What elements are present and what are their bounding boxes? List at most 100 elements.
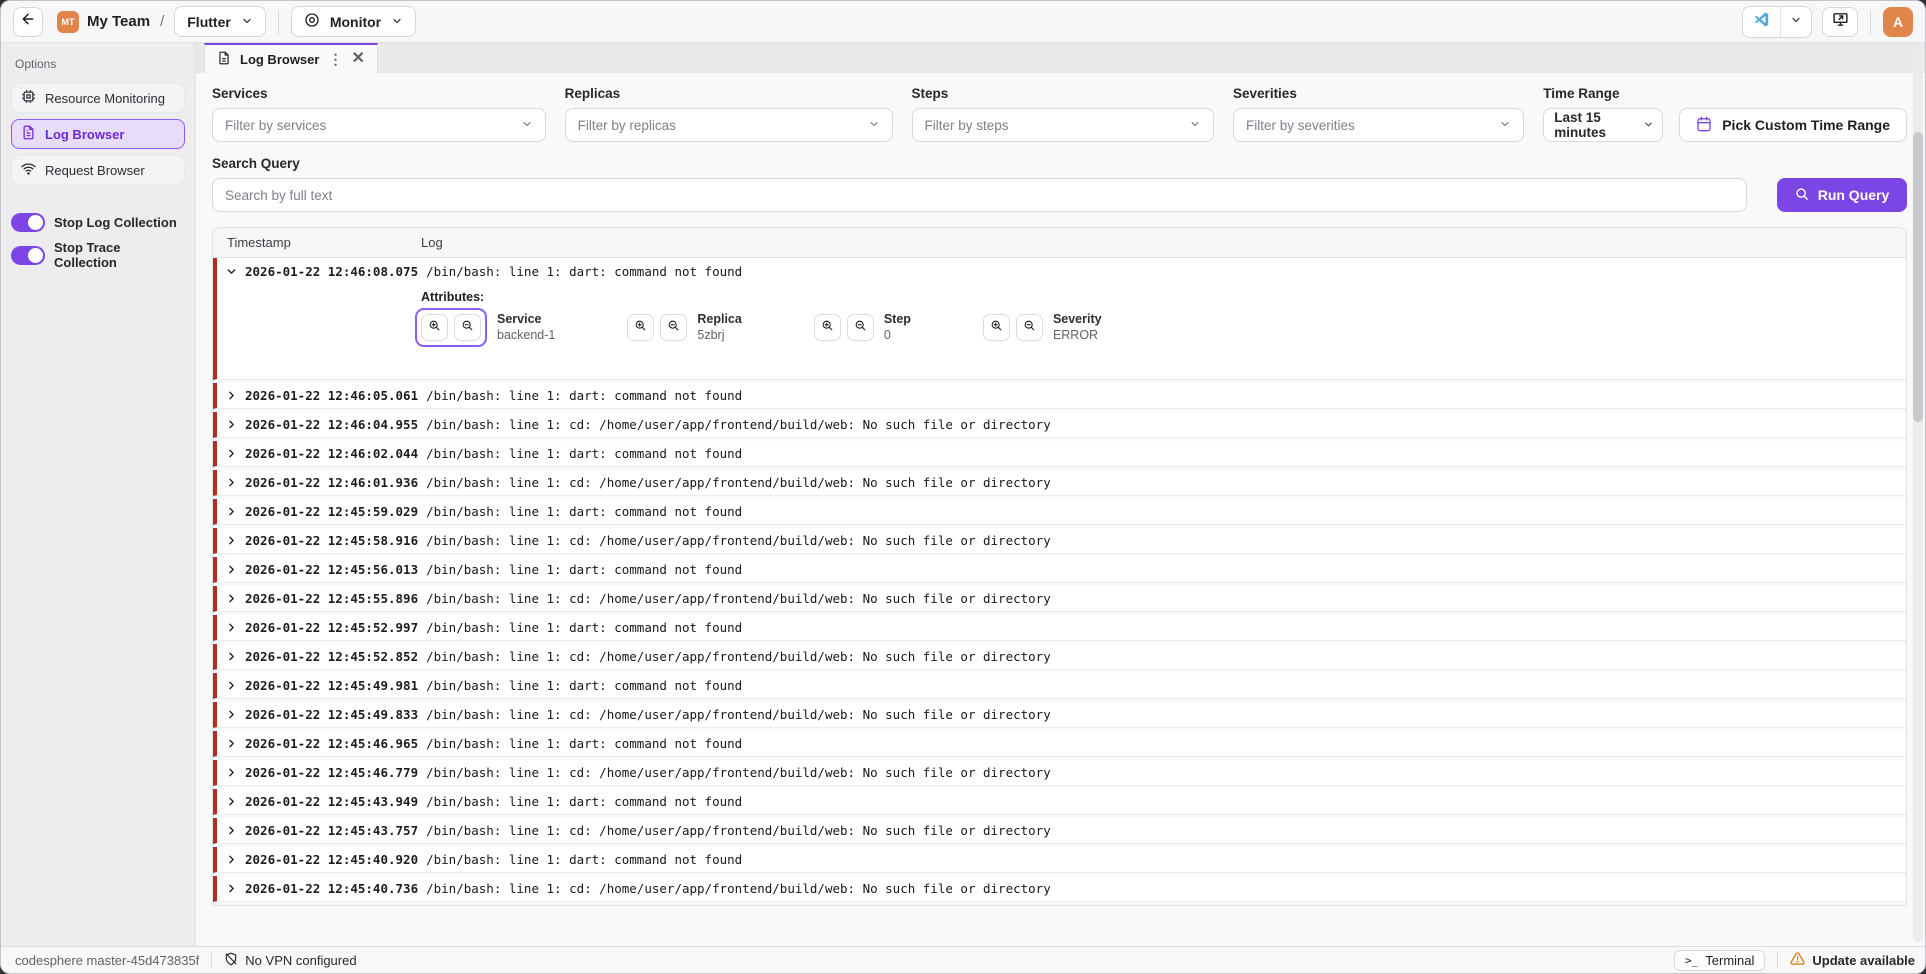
chevron-right-icon[interactable]	[225, 679, 238, 692]
log-timestamp: 2026-01-22 12:45:55.896	[245, 591, 418, 606]
log-row[interactable]: 2026-01-22 12:45:52.997 /bin/bash: line …	[213, 615, 1906, 641]
vscode-button[interactable]	[1743, 7, 1781, 37]
time-range-value: Last 15 minutes	[1554, 110, 1643, 140]
log-row[interactable]: 2026-01-22 12:45:59.029 /bin/bash: line …	[213, 499, 1906, 525]
replicas-filter-select[interactable]: Filter by replicas	[565, 108, 893, 142]
chevron-right-icon[interactable]	[225, 592, 238, 605]
chevron-right-icon[interactable]	[225, 737, 238, 750]
chevron-right-icon[interactable]	[225, 795, 238, 808]
terminal-button[interactable]: >_ Terminal	[1674, 950, 1765, 971]
vertical-scrollbar-track[interactable]	[1913, 47, 1923, 942]
mode-dropdown[interactable]: Monitor	[291, 6, 416, 37]
services-filter-select[interactable]: Filter by services	[212, 108, 546, 142]
zoom-out-icon	[461, 319, 474, 337]
log-row[interactable]: 2026-01-22 12:45:58.916 /bin/bash: line …	[213, 528, 1906, 554]
steps-filter-label: Steps	[912, 86, 1215, 101]
tab-menu-icon[interactable]: ⋮	[328, 51, 342, 68]
time-range-select[interactable]: Last 15 minutes	[1543, 108, 1663, 142]
log-row[interactable]: 2026-01-22 12:45:55.896 /bin/bash: line …	[213, 586, 1906, 612]
chevron-right-icon[interactable]	[225, 853, 238, 866]
log-timestamp: 2026-01-22 12:46:04.955	[245, 417, 418, 432]
tab-close-icon[interactable]: ✕	[351, 51, 364, 67]
log-table-header: Timestamp Log	[213, 228, 1906, 258]
sidebar-item-resource-monitoring[interactable]: Resource Monitoring	[11, 83, 185, 113]
chevron-right-icon[interactable]	[225, 476, 238, 489]
log-row[interactable]: 2026-01-22 12:45:40.920 /bin/bash: line …	[213, 847, 1906, 873]
chevron-right-icon[interactable]	[225, 621, 238, 634]
log-message: /bin/bash: line 1: dart: command not fou…	[418, 504, 1906, 519]
chevron-right-icon[interactable]	[225, 882, 238, 895]
log-row[interactable]: 2026-01-22 12:45:46.965 /bin/bash: line …	[213, 731, 1906, 757]
update-available[interactable]: Update available	[1790, 951, 1915, 969]
toggle-label: Stop Trace Collection	[54, 240, 185, 270]
log-row[interactable]: 2026-01-22 12:45:49.833 /bin/bash: line …	[213, 702, 1906, 728]
log-row[interactable]: 2026-01-22 12:45:49.981 /bin/bash: line …	[213, 673, 1906, 699]
chevron-right-icon[interactable]	[225, 534, 238, 547]
zoom-out-filter-button[interactable]	[660, 314, 687, 341]
log-row[interactable]: 2026-01-22 12:45:43.757 /bin/bash: line …	[213, 818, 1906, 844]
chevron-right-icon[interactable]	[225, 650, 238, 663]
zoom-in-filter-button[interactable]	[627, 314, 654, 341]
steps-filter-select[interactable]: Filter by steps	[912, 108, 1215, 142]
open-preview-button[interactable]	[1822, 7, 1858, 37]
log-row[interactable]: 2026-01-22 12:45:46.779 /bin/bash: line …	[213, 760, 1906, 786]
chevron-right-icon[interactable]	[225, 505, 238, 518]
warning-triangle-icon	[1790, 951, 1805, 969]
chevron-right-icon[interactable]	[225, 418, 238, 431]
zoom-in-icon	[428, 319, 441, 337]
log-row[interactable]: 2026-01-22 12:45:43.949 /bin/bash: line …	[213, 789, 1906, 815]
statusbar-separator	[211, 952, 212, 968]
search-query-label: Search Query	[212, 156, 1907, 171]
stop-trace-collection-toggle[interactable]	[11, 246, 45, 265]
toggle-label: Stop Log Collection	[54, 215, 177, 230]
replica-zoom-pair	[627, 314, 687, 341]
chevron-down-icon[interactable]	[225, 265, 238, 278]
log-row[interactable]: 2026-01-22 12:46:04.955 /bin/bash: line …	[213, 412, 1906, 438]
zoom-out-filter-button[interactable]	[1016, 314, 1043, 341]
log-message: /bin/bash: line 1: cd: /home/user/app/fr…	[418, 475, 1906, 490]
vpn-off-icon	[224, 952, 238, 969]
chevron-right-icon[interactable]	[225, 389, 238, 402]
log-row[interactable]: 2026-01-22 12:45:56.013 /bin/bash: line …	[213, 557, 1906, 583]
chevron-right-icon[interactable]	[225, 824, 238, 837]
chevron-down-icon	[1499, 118, 1511, 133]
run-query-button[interactable]: Run Query	[1777, 178, 1907, 212]
log-message: /bin/bash: line 1: dart: command not fou…	[418, 852, 1906, 867]
zoom-in-filter-button[interactable]	[814, 314, 841, 341]
sidebar-item-log-browser[interactable]: Log Browser	[11, 119, 185, 149]
log-timestamp: 2026-01-22 12:45:52.852	[245, 649, 418, 664]
vscode-options-button[interactable]	[1781, 7, 1811, 37]
team-name[interactable]: My Team	[87, 13, 150, 30]
log-row[interactable]: 2026-01-22 12:45:52.852 /bin/bash: line …	[213, 644, 1906, 670]
chevron-right-icon[interactable]	[225, 708, 238, 721]
chevron-right-icon[interactable]	[225, 766, 238, 779]
zoom-out-filter-button[interactable]	[454, 314, 481, 341]
log-message: /bin/bash: line 1: dart: command not fou…	[418, 264, 1906, 279]
vpn-status[interactable]: No VPN configured	[224, 952, 356, 969]
tab-log-browser[interactable]: Log Browser ⋮ ✕	[204, 43, 378, 73]
severities-filter-select[interactable]: Filter by severities	[1233, 108, 1524, 142]
log-row[interactable]: 2026-01-22 12:46:02.044 /bin/bash: line …	[213, 441, 1906, 467]
run-query-label: Run Query	[1818, 187, 1890, 203]
log-row[interactable]: 2026-01-22 12:46:01.936 /bin/bash: line …	[213, 470, 1906, 496]
workspace-dropdown[interactable]: Flutter	[174, 6, 266, 37]
log-timestamp: 2026-01-22 12:46:05.061	[245, 388, 418, 403]
search-input[interactable]	[212, 178, 1747, 212]
log-message: /bin/bash: line 1: cd: /home/user/app/fr…	[418, 823, 1906, 838]
chevron-right-icon[interactable]	[225, 447, 238, 460]
sidebar-item-request-browser[interactable]: Request Browser	[11, 155, 185, 185]
severity-zoom-pair	[983, 314, 1043, 341]
user-avatar[interactable]: A	[1883, 7, 1913, 37]
vpn-status-label: No VPN configured	[245, 953, 356, 968]
log-row[interactable]: 2026-01-22 12:45:40.736 /bin/bash: line …	[213, 876, 1906, 902]
chevron-right-icon[interactable]	[225, 563, 238, 576]
zoom-out-filter-button[interactable]	[847, 314, 874, 341]
log-row-expanded[interactable]: 2026-01-22 12:46:08.075 /bin/bash: line …	[213, 258, 1906, 380]
vertical-scrollbar-thumb[interactable]	[1913, 132, 1923, 422]
log-row[interactable]: 2026-01-22 12:46:05.061 /bin/bash: line …	[213, 383, 1906, 409]
zoom-in-filter-button[interactable]	[421, 314, 448, 341]
pick-custom-time-range-button[interactable]: Pick Custom Time Range	[1679, 108, 1907, 142]
back-button[interactable]	[13, 7, 43, 37]
zoom-in-filter-button[interactable]	[983, 314, 1010, 341]
stop-log-collection-toggle[interactable]	[11, 213, 45, 232]
